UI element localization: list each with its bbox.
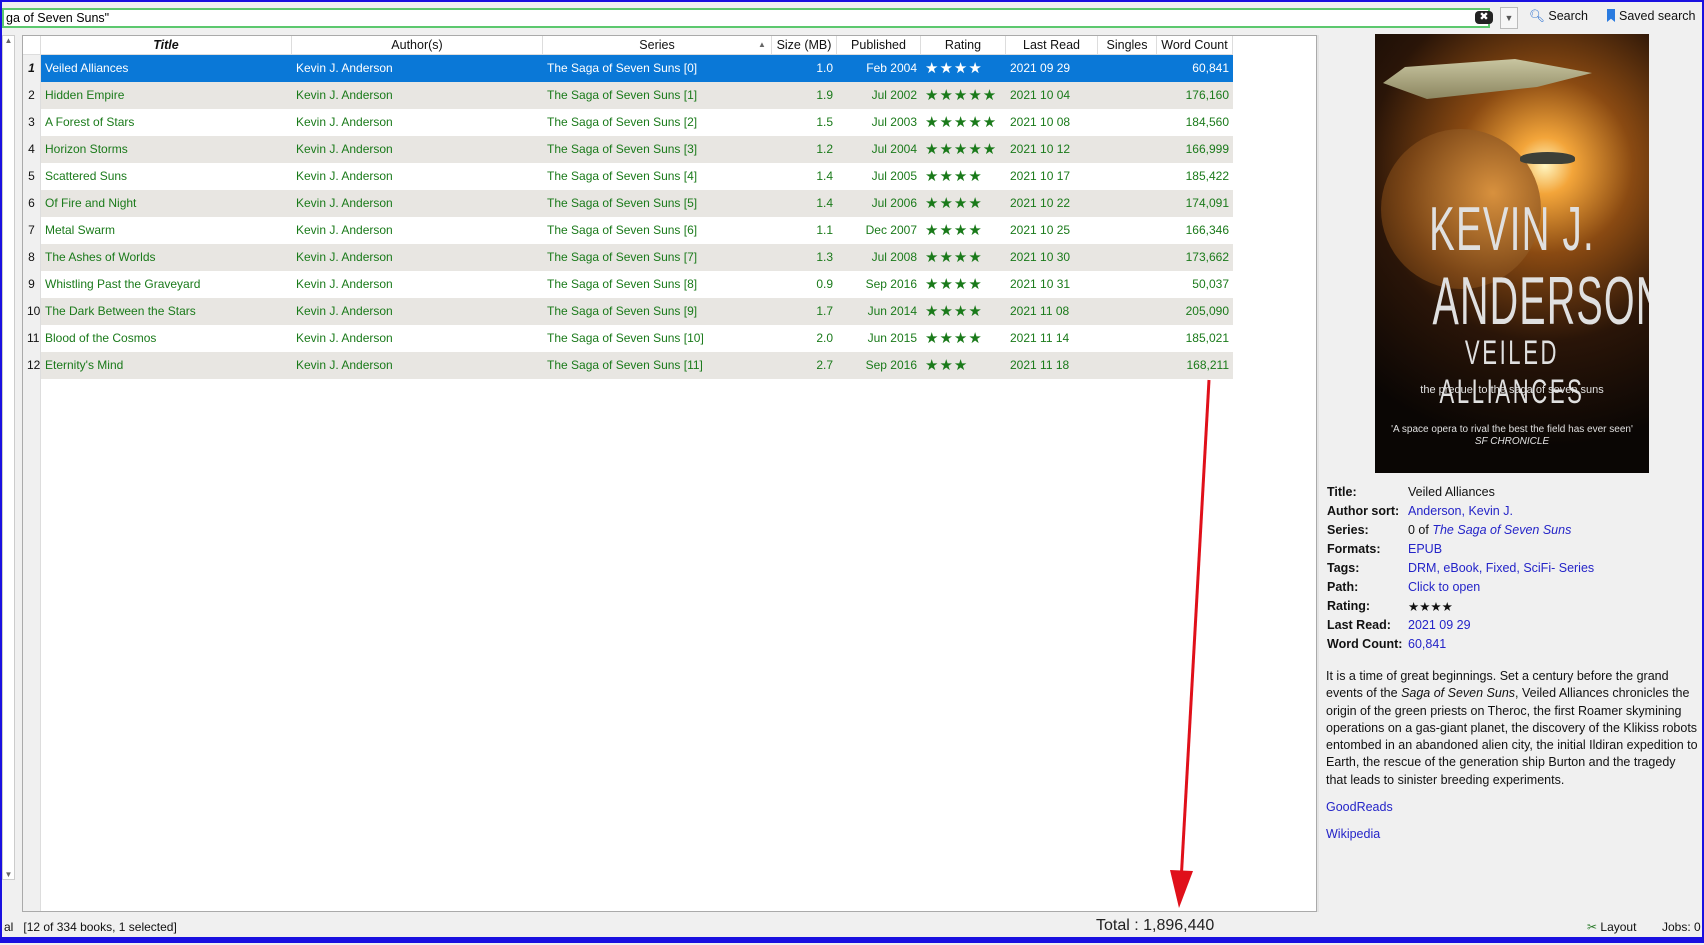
status-fragment: al [4,920,14,934]
status-bar-books: al [12 of 334 books, 1 selected] [4,920,177,934]
layout-icon: ✂ [1587,920,1598,934]
layout-label: Layout [1600,920,1637,934]
layout-button[interactable]: ✂ Layout [1587,920,1636,934]
book-count: [12 of 334 books, 1 selected] [23,920,177,934]
jobs-indicator[interactable]: Jobs: 0 [1662,920,1701,934]
total-word-count: Total : 1,896,440 [1096,917,1215,934]
annotation-arrow [1170,379,1211,908]
